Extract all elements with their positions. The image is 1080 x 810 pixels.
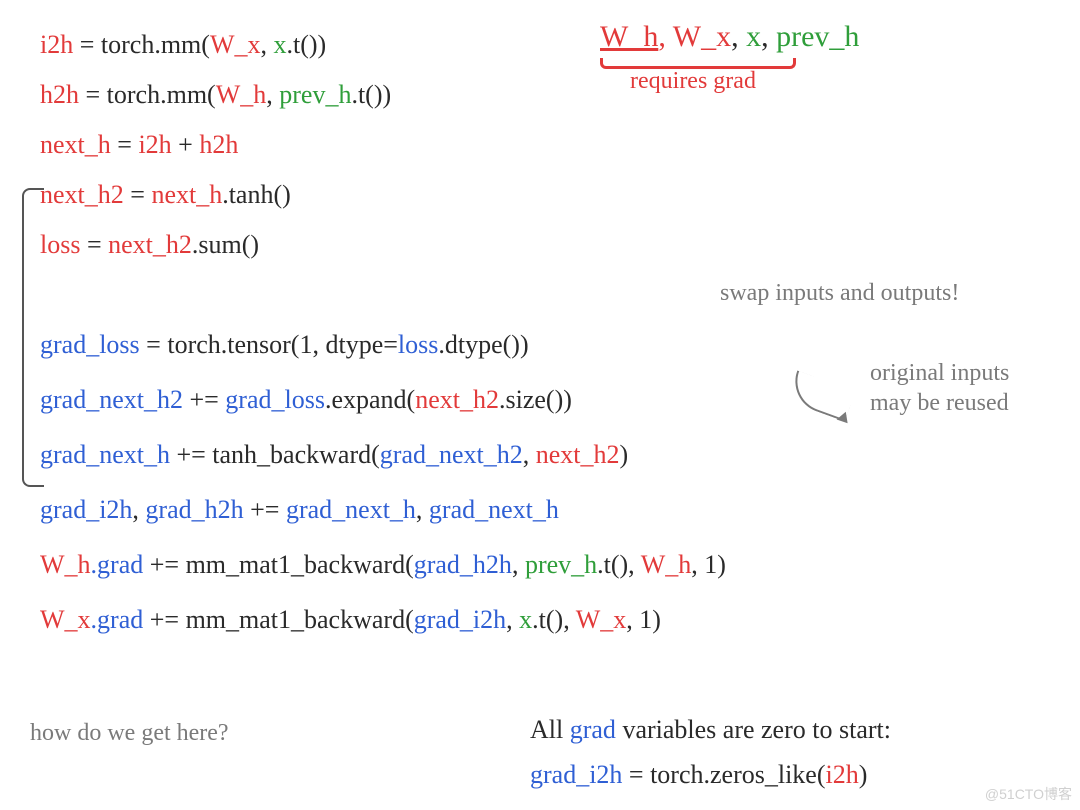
lhs: i2h: [40, 30, 73, 59]
line-loss: loss = next_h2.sum(): [40, 230, 259, 260]
var-wh: W_h: [600, 20, 658, 53]
line-gradloss: grad_loss = torch.tensor(1, dtype=loss.d…: [40, 330, 529, 360]
line-nexth: next_h = i2h + h2h: [40, 130, 238, 160]
annotation-original-1: original inputs: [870, 360, 1009, 387]
header-vars: W_h, W_x, x, prev_h: [600, 20, 859, 54]
line-grad-split: grad_i2h, grad_h2h += grad_next_h, grad_…: [40, 495, 559, 525]
var-x: x: [746, 20, 761, 53]
annotation-original-2: may be reused: [870, 390, 1009, 417]
requires-grad-label: requires grad: [630, 68, 756, 95]
arrow-reused: [786, 370, 855, 421]
watermark: @51CTO博客: [985, 784, 1072, 804]
line-h2h: h2h = torch.mm(W_h, prev_h.t()): [40, 80, 391, 110]
line-wh-grad: W_h.grad += mm_mat1_backward(grad_h2h, p…: [40, 550, 726, 580]
footer-zeroslike: grad_i2h = torch.zeros_like(i2h): [530, 760, 867, 790]
line-i2h: i2h = torch.mm(W_x, x.t()): [40, 30, 326, 60]
line-gradnexth2: grad_next_h2 += grad_loss.expand(next_h2…: [40, 385, 572, 415]
footer-allgrad: All grad variables are zero to start:: [530, 715, 891, 745]
var-wx: W_x: [673, 20, 731, 53]
footer-question: how do we get here?: [30, 720, 229, 747]
line-wx-grad: W_x.grad += mm_mat1_backward(grad_i2h, x…: [40, 605, 661, 635]
line-gradnexth: grad_next_h += tanh_backward(grad_next_h…: [40, 440, 628, 470]
var-prevh: prev_h: [776, 20, 859, 53]
annotation-swap: swap inputs and outputs!: [720, 280, 959, 307]
line-nexth2: next_h2 = next_h.tanh(): [40, 180, 291, 210]
